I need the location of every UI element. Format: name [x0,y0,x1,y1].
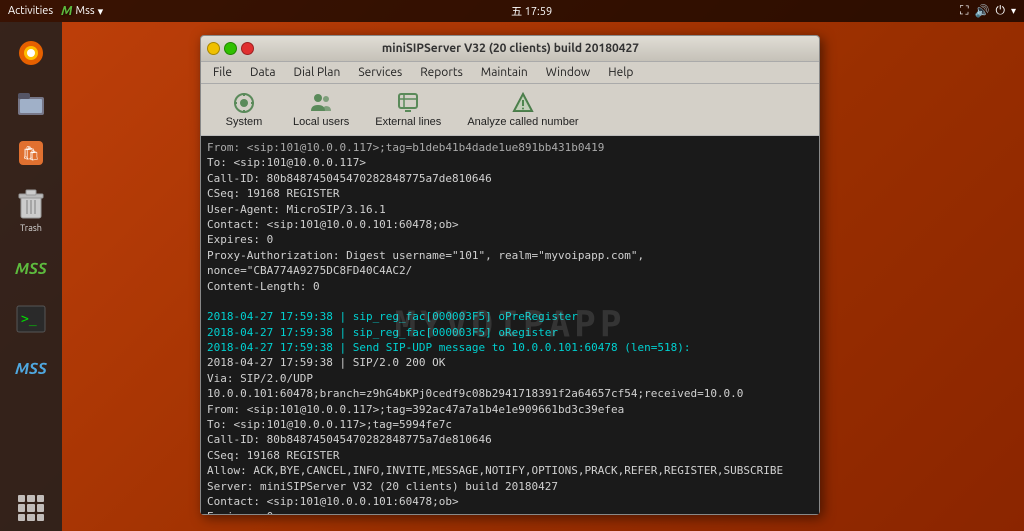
mss-label: Mss [76,5,95,17]
log-line: Allow: ACK,BYE,CANCEL,INFO,INVITE,MESSAG… [207,463,813,478]
mss2-icon: MSS [15,353,47,385]
toolbar-external-lines-button[interactable]: External lines [363,88,453,132]
log-line: 2018-04-27 17:59:38 | Send SIP-UDP messa… [207,340,813,355]
log-line: Contact: <sip:101@10.0.0.101:60478;ob> [207,494,813,509]
firefox-icon [15,37,47,69]
sidebar-item-software[interactable]: 🛍 [8,130,54,176]
menu-services[interactable]: Services [350,64,410,81]
menu-data[interactable]: Data [242,64,284,81]
menu-bar: File Data Dial Plan Services Reports Mai… [201,62,819,84]
svg-text:🛍: 🛍 [22,145,40,161]
log-line: 2018-04-27 17:59:38 | SIP/2.0 200 OK [207,355,813,370]
toolbar: System Local users [201,84,819,136]
software-icon: 🛍 [15,137,47,169]
log-line: Server: miniSIPServer V32 (20 clients) b… [207,479,813,494]
toolbar-analyze-label: Analyze called number [467,116,578,128]
log-line: CSeq: 19168 REGISTER [207,186,813,201]
log-line: User-Agent: MicroSIP/3.16.1 [207,202,813,217]
mss1-icon: MSS [15,253,47,285]
top-panel: Activities M Mss ▾ 五 17:59 ⛶ 🔊 ⏻ ▾ [0,0,1024,22]
dropdown-arrow-icon: ▾ [98,5,104,18]
app-window: miniSIPServer V32 (20 clients) build 201… [200,35,820,515]
system-toolbar-icon [232,91,256,115]
sidebar-item-terminal[interactable]: >_ [8,296,54,342]
sound-icon: 🔊 [975,4,990,18]
sidebar-item-firefox[interactable] [8,30,54,76]
log-line: Via: SIP/2.0/UDP 10.0.0.101:60478;branch… [207,371,813,402]
mss-logo: M [61,4,72,18]
analyze-icon [511,91,535,115]
close-button[interactable] [241,42,254,55]
log-line: Contact: <sip:101@10.0.0.101:60478;ob> [207,217,813,232]
menu-file[interactable]: File [205,64,240,81]
menu-dial-plan[interactable]: Dial Plan [286,64,349,81]
desktop: Activities M Mss ▾ 五 17:59 ⛶ 🔊 ⏻ ▾ [0,0,1024,531]
activities-button[interactable]: Activities [8,5,53,17]
log-line: From: <sip:101@10.0.0.117>;tag=b1deb41b4… [207,140,813,155]
menu-reports[interactable]: Reports [412,64,471,81]
toolbar-local-users-button[interactable]: Local users [281,88,361,132]
toolbar-system-button[interactable]: System [209,88,279,132]
log-line: Call-ID: 80b848745045470282848775a7de810… [207,432,813,447]
maximize-button[interactable] [224,42,237,55]
log-line: 2018-04-27 17:59:38 | sip_reg_fac[000003… [207,325,813,340]
mss-menu-button[interactable]: M Mss ▾ [61,4,103,18]
window-controls [207,42,254,55]
log-line: Call-ID: 80b848745045470282848775a7de810… [207,171,813,186]
window-title: miniSIPServer V32 (20 clients) build 201… [254,42,767,55]
toolbar-system-label: System [226,116,263,128]
log-line: Content-Length: 0 [207,279,813,294]
log-line: From: <sip:101@10.0.0.117>;tag=392ac47a7… [207,402,813,417]
menu-help[interactable]: Help [600,64,641,81]
trash-icon [15,189,47,221]
toolbar-analyze-button[interactable]: Analyze called number [455,88,590,132]
sidebar-item-mss1[interactable]: MSS [8,246,54,292]
files-icon [15,87,47,119]
toolbar-external-lines-label: External lines [375,116,441,128]
log-line: To: <sip:101@10.0.0.117>;tag=5994fe7c [207,417,813,432]
minimize-button[interactable] [207,42,220,55]
trash-label: Trash [20,223,42,233]
log-scroll-container[interactable]: From: <sip:101@10.0.0.117>;tag=b1deb41b4… [201,136,819,514]
log-line: CSeq: 19168 REGISTER [207,448,813,463]
power-icon: ⏻ [995,4,1005,18]
toolbar-local-users-label: Local users [293,116,349,128]
svg-text:>_: >_ [21,312,37,327]
log-content-area[interactable]: MYVOIPAPP From: <sip:101@10.0.0.117>;tag… [201,136,819,514]
menu-maintain[interactable]: Maintain [473,64,536,81]
menu-window[interactable]: Window [538,64,598,81]
log-line: Proxy-Authorization: Digest username="10… [207,248,813,279]
log-line [207,294,813,309]
terminal-icon: >_ [15,303,47,335]
sidebar-item-mss2[interactable]: MSS [8,346,54,392]
window-titlebar: miniSIPServer V32 (20 clients) build 201… [201,36,819,62]
sidebar-item-trash[interactable]: Trash [8,188,54,234]
app-grid-button[interactable] [18,495,44,521]
log-line: 2018-04-27 17:59:38 | sip_reg_fac[000003… [207,309,813,324]
network-icon: ⛶ [960,4,968,18]
clock-display: 五 17:59 [511,3,552,19]
system-menu-arrow[interactable]: ▾ [1011,5,1016,17]
log-line: To: <sip:101@10.0.0.117> [207,155,813,170]
local-users-icon [309,91,333,115]
log-line: Expires: 0 [207,232,813,247]
sidebar-item-files[interactable] [8,80,54,126]
external-lines-icon [396,91,420,115]
log-line: Expires: 0 [207,509,813,514]
sidebar: 🛍 Trash MSS [0,22,62,531]
